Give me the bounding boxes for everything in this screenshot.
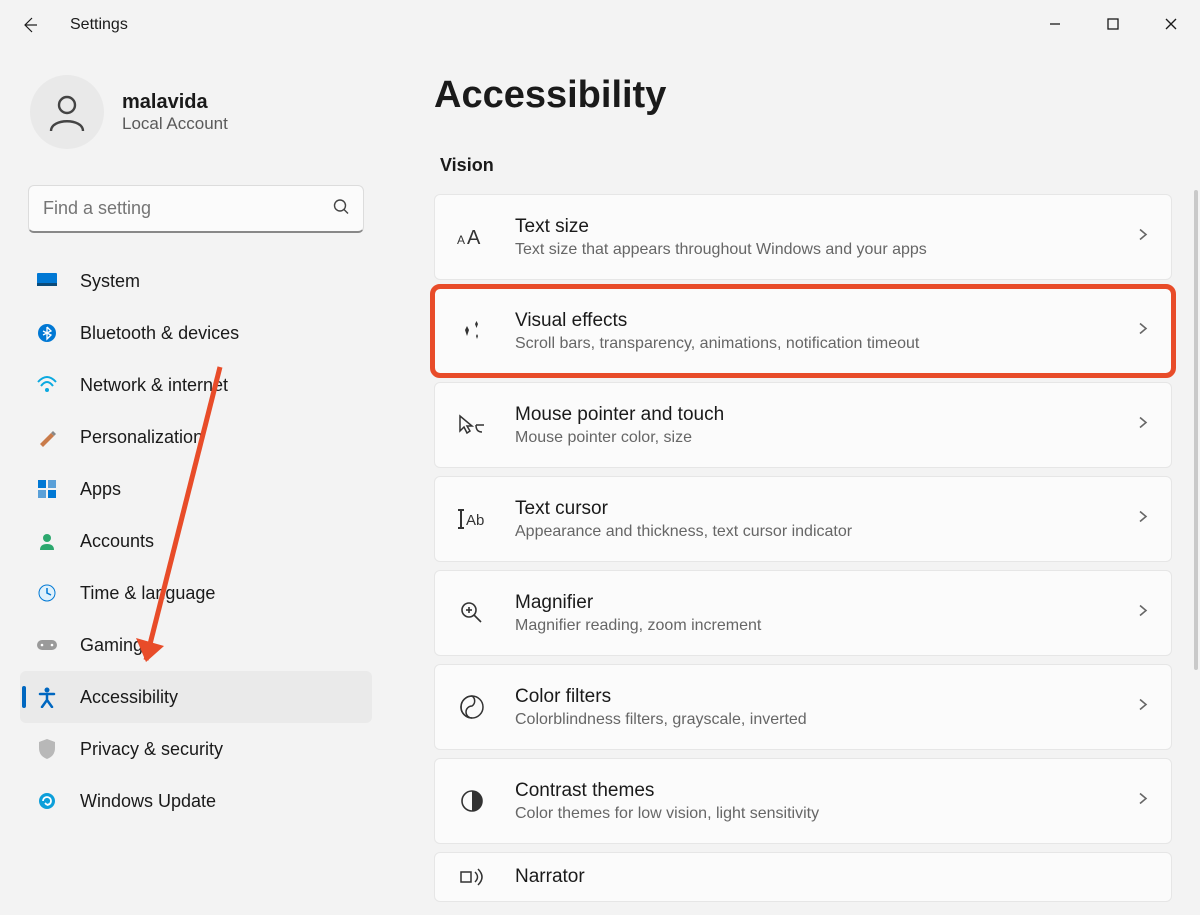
- text-size-icon: AA: [457, 222, 487, 252]
- nav-item-network[interactable]: Network & internet: [20, 359, 372, 411]
- color-filters-icon: [457, 692, 487, 722]
- section-label-vision: Vision: [440, 155, 1172, 176]
- minimize-icon: [1048, 17, 1062, 31]
- accessibility-icon: [36, 686, 58, 708]
- titlebar: Settings: [0, 0, 1200, 50]
- nav-item-gaming[interactable]: Gaming: [20, 619, 372, 671]
- card-desc: Appearance and thickness, text cursor in…: [515, 523, 852, 541]
- card-title: Color filters: [515, 686, 807, 708]
- sidebar: malavida Local Account System Bluetooth …: [0, 50, 380, 915]
- card-narrator[interactable]: Narrator: [434, 852, 1172, 902]
- card-title: Text cursor: [515, 498, 852, 520]
- network-icon: [36, 374, 58, 396]
- nav-item-accounts[interactable]: Accounts: [20, 515, 372, 567]
- time-language-icon: [36, 582, 58, 604]
- close-button[interactable]: [1142, 0, 1200, 48]
- chevron-right-icon: [1137, 510, 1149, 529]
- card-title: Mouse pointer and touch: [515, 404, 724, 426]
- nav-item-label: Bluetooth & devices: [80, 323, 239, 344]
- card-mouse-pointer[interactable]: Mouse pointer and touch Mouse pointer co…: [434, 382, 1172, 468]
- contrast-icon: [457, 786, 487, 816]
- card-title: Text size: [515, 216, 927, 238]
- scrollbar[interactable]: [1194, 190, 1198, 670]
- chevron-right-icon: [1137, 792, 1149, 811]
- card-desc: Magnifier reading, zoom increment: [515, 617, 761, 635]
- accounts-icon: [36, 530, 58, 552]
- card-desc: Scroll bars, transparency, animations, n…: [515, 335, 919, 353]
- magnifier-icon: [457, 598, 487, 628]
- bluetooth-icon: [36, 322, 58, 344]
- system-icon: [36, 270, 58, 292]
- personalization-icon: [36, 426, 58, 448]
- svg-text:Ab: Ab: [466, 512, 484, 529]
- nav-item-label: System: [80, 271, 140, 292]
- privacy-icon: [36, 738, 58, 760]
- card-desc: Color themes for low vision, light sensi…: [515, 805, 819, 823]
- chevron-right-icon: [1137, 228, 1149, 247]
- nav-list: System Bluetooth & devices Network & int…: [20, 255, 372, 827]
- card-desc: Mouse pointer color, size: [515, 429, 724, 447]
- svg-text:A: A: [467, 227, 481, 248]
- close-icon: [1164, 17, 1178, 31]
- content-area: Accessibility Vision AA Text size Text s…: [380, 50, 1200, 915]
- back-arrow-icon: [20, 15, 40, 35]
- windows-update-icon: [36, 790, 58, 812]
- back-button[interactable]: [8, 3, 52, 47]
- card-title: Narrator: [515, 866, 585, 888]
- avatar: [30, 75, 104, 149]
- user-account-type: Local Account: [122, 114, 228, 134]
- nav-item-label: Privacy & security: [80, 739, 223, 760]
- narrator-icon: [457, 862, 487, 892]
- card-visual-effects[interactable]: Visual effects Scroll bars, transparency…: [434, 288, 1172, 374]
- nav-item-label: Apps: [80, 479, 121, 500]
- mouse-pointer-icon: [457, 410, 487, 440]
- page-heading: Accessibility: [434, 74, 1172, 117]
- window-controls: [1026, 0, 1200, 48]
- text-cursor-icon: Ab: [457, 504, 487, 534]
- nav-item-label: Time & language: [80, 583, 215, 604]
- avatar-icon: [46, 91, 88, 133]
- nav-item-label: Personalization: [80, 427, 203, 448]
- gaming-icon: [36, 634, 58, 656]
- card-desc: Text size that appears throughout Window…: [515, 241, 927, 259]
- nav-item-apps[interactable]: Apps: [20, 463, 372, 515]
- chevron-right-icon: [1137, 604, 1149, 623]
- nav-item-label: Network & internet: [80, 375, 228, 396]
- nav-item-label: Accessibility: [80, 687, 178, 708]
- card-desc: Colorblindness filters, grayscale, inver…: [515, 711, 807, 729]
- nav-item-accessibility[interactable]: Accessibility: [20, 671, 372, 723]
- nav-item-system[interactable]: System: [20, 255, 372, 307]
- nav-item-windows-update[interactable]: Windows Update: [20, 775, 372, 827]
- user-info[interactable]: malavida Local Account: [30, 75, 372, 149]
- nav-item-label: Accounts: [80, 531, 154, 552]
- card-text-cursor[interactable]: Ab Text cursor Appearance and thickness,…: [434, 476, 1172, 562]
- nav-item-label: Windows Update: [80, 791, 216, 812]
- nav-item-personalization[interactable]: Personalization: [20, 411, 372, 463]
- card-magnifier[interactable]: Magnifier Magnifier reading, zoom increm…: [434, 570, 1172, 656]
- minimize-button[interactable]: [1026, 0, 1084, 48]
- nav-item-label: Gaming: [80, 635, 143, 656]
- chevron-right-icon: [1137, 322, 1149, 341]
- card-text-size[interactable]: AA Text size Text size that appears thro…: [434, 194, 1172, 280]
- card-title: Magnifier: [515, 592, 761, 614]
- visual-effects-icon: [457, 316, 487, 346]
- search-input[interactable]: [28, 185, 364, 233]
- card-color-filters[interactable]: Color filters Colorblindness filters, gr…: [434, 664, 1172, 750]
- app-title: Settings: [70, 16, 128, 34]
- card-contrast-themes[interactable]: Contrast themes Color themes for low vis…: [434, 758, 1172, 844]
- chevron-right-icon: [1137, 698, 1149, 717]
- chevron-right-icon: [1137, 416, 1149, 435]
- card-title: Contrast themes: [515, 780, 819, 802]
- maximize-icon: [1106, 17, 1120, 31]
- user-name: malavida: [122, 91, 228, 114]
- nav-item-bluetooth[interactable]: Bluetooth & devices: [20, 307, 372, 359]
- search-box[interactable]: [28, 185, 364, 233]
- maximize-button[interactable]: [1084, 0, 1142, 48]
- search-icon: [332, 198, 350, 221]
- card-title: Visual effects: [515, 310, 919, 332]
- nav-item-time-language[interactable]: Time & language: [20, 567, 372, 619]
- apps-icon: [36, 478, 58, 500]
- svg-text:A: A: [457, 233, 465, 247]
- nav-item-privacy[interactable]: Privacy & security: [20, 723, 372, 775]
